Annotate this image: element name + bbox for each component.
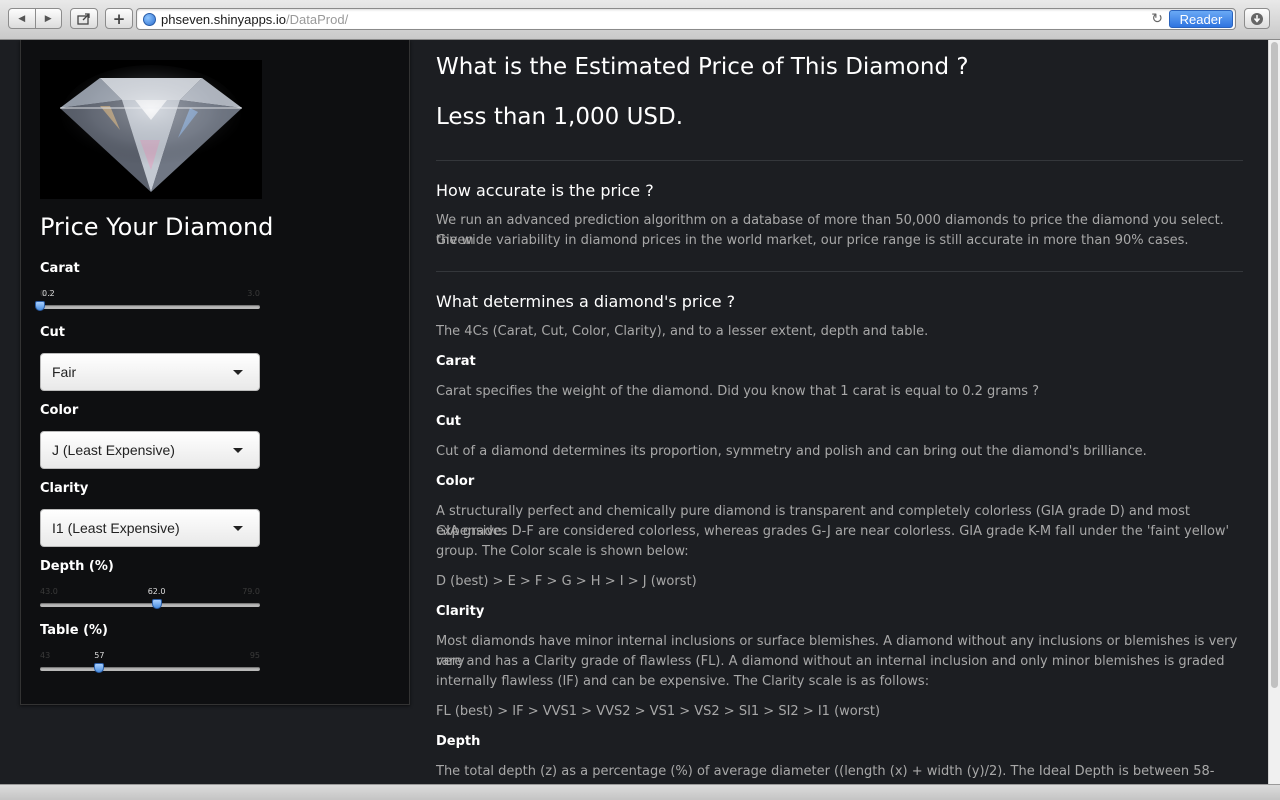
carat-slider[interactable]: 0.2 3.0 0.2 xyxy=(35,289,260,319)
color-select[interactable]: J (Least Expensive) xyxy=(40,431,260,469)
scrollbar-thumb[interactable] xyxy=(1271,42,1278,688)
sidebar-panel: Price Your Diamond Carat 0.2 3.0 0.2 Cut… xyxy=(20,40,410,705)
downloads-button[interactable] xyxy=(1244,8,1270,29)
download-icon xyxy=(1251,12,1263,25)
table-label: Table (%) xyxy=(40,623,108,638)
slider-handle[interactable] xyxy=(94,663,105,673)
vertical-scrollbar[interactable] xyxy=(1268,40,1280,784)
slider-track[interactable] xyxy=(40,603,260,607)
depth-subheading: Depth xyxy=(436,734,481,749)
clarity-description-line: internally flawless (IF) and can be expe… xyxy=(436,674,930,689)
clarity-selected-value: I1 (Least Expensive) xyxy=(52,520,180,536)
address-bar[interactable]: phseven.shinyapps.io/DataProd/ ↻ Reader xyxy=(136,8,1236,30)
carat-description: Carat specifies the weight of the diamon… xyxy=(436,384,1040,399)
forward-button[interactable]: ▶ xyxy=(34,9,62,28)
slider-min: 43 xyxy=(40,651,51,660)
color-subheading: Color xyxy=(436,474,475,489)
back-button[interactable]: ◀ xyxy=(9,9,35,28)
slider-min: 43.0 xyxy=(40,587,58,596)
clarity-scale: FL (best) > IF > VVS1 > VVS2 > VS1 > VS2… xyxy=(436,704,881,719)
window-bottom-bar xyxy=(0,784,1280,800)
depth-description-line: The total depth (z) as a percentage (%) … xyxy=(436,764,1215,779)
carat-label: Carat xyxy=(40,261,80,276)
sidebar-title: Price Your Diamond xyxy=(40,213,274,241)
slider-value: 57 xyxy=(94,651,105,660)
forward-arrow-icon: ▶ xyxy=(44,13,52,24)
url-host: phseven.shinyapps.io xyxy=(161,12,287,27)
url-path: /DataProd/ xyxy=(286,12,349,27)
caret-down-icon xyxy=(233,448,243,453)
caret-down-icon xyxy=(233,370,243,375)
slider-track[interactable] xyxy=(40,667,260,671)
cut-subheading: Cut xyxy=(436,414,462,429)
color-selected-value: J (Least Expensive) xyxy=(52,442,175,458)
cut-label: Cut xyxy=(40,325,66,340)
clarity-description-line: rare and has a Clarity grade of flawless… xyxy=(436,654,1225,669)
back-arrow-icon: ◀ xyxy=(18,13,26,24)
color-label: Color xyxy=(40,403,79,418)
nav-buttons: ◀ ▶ xyxy=(8,8,62,29)
color-description-line: GIA grades D-F are considered colorless,… xyxy=(436,524,1230,539)
color-description-line: group. The Color scale is shown below: xyxy=(436,544,689,559)
divider xyxy=(436,271,1243,272)
clarity-label: Clarity xyxy=(40,481,89,496)
diamond-image xyxy=(40,60,262,199)
slider-track[interactable] xyxy=(40,305,260,309)
clarity-select[interactable]: I1 (Least Expensive) xyxy=(40,509,260,547)
share-icon xyxy=(77,12,90,25)
slider-value: 62.0 xyxy=(147,587,166,596)
slider-max: 3.0 xyxy=(247,289,260,298)
slider-handle[interactable] xyxy=(35,301,45,311)
divider xyxy=(436,160,1243,161)
depth-slider[interactable]: 43.0 79.0 62.0 xyxy=(40,587,260,617)
cut-select[interactable]: Fair xyxy=(40,353,260,391)
new-tab-button[interactable]: + xyxy=(105,8,133,29)
plus-icon: + xyxy=(112,9,126,28)
slider-max: 95 xyxy=(249,651,260,660)
browser-toolbar: ◀ ▶ + phseven.shinyapps.io/DataProd/ ↻ R… xyxy=(0,0,1280,40)
share-button[interactable] xyxy=(70,8,98,29)
cut-description: Cut of a diamond determines its proporti… xyxy=(436,444,1147,459)
slider-handle[interactable] xyxy=(151,599,162,609)
reader-button[interactable]: Reader xyxy=(1169,10,1233,28)
slider-max: 79.0 xyxy=(242,587,260,596)
color-scale: D (best) > E > F > G > H > I > J (worst) xyxy=(436,574,697,589)
table-slider[interactable]: 43 95 57 xyxy=(40,651,260,681)
carat-subheading: Carat xyxy=(436,354,476,369)
price-question-heading: What is the Estimated Price of This Diam… xyxy=(436,54,969,80)
accuracy-text-line: the wide variability in diamond prices i… xyxy=(436,233,1189,248)
clarity-subheading: Clarity xyxy=(436,604,485,619)
determines-heading: What determines a diamond's price ? xyxy=(436,292,736,311)
price-answer: Less than 1,000 USD. xyxy=(436,104,684,130)
globe-icon xyxy=(143,13,156,26)
determines-intro: The 4Cs (Carat, Cut, Color, Clarity), an… xyxy=(436,324,929,339)
page-content: Price Your Diamond Carat 0.2 3.0 0.2 Cut… xyxy=(0,40,1268,784)
cut-selected-value: Fair xyxy=(52,364,77,380)
accuracy-heading: How accurate is the price ? xyxy=(436,181,654,200)
depth-label: Depth (%) xyxy=(40,559,114,574)
slider-value: 0.2 xyxy=(42,289,55,298)
caret-down-icon xyxy=(233,526,243,531)
reload-icon[interactable]: ↻ xyxy=(1151,11,1163,27)
url-text: phseven.shinyapps.io/DataProd/ xyxy=(161,12,348,27)
